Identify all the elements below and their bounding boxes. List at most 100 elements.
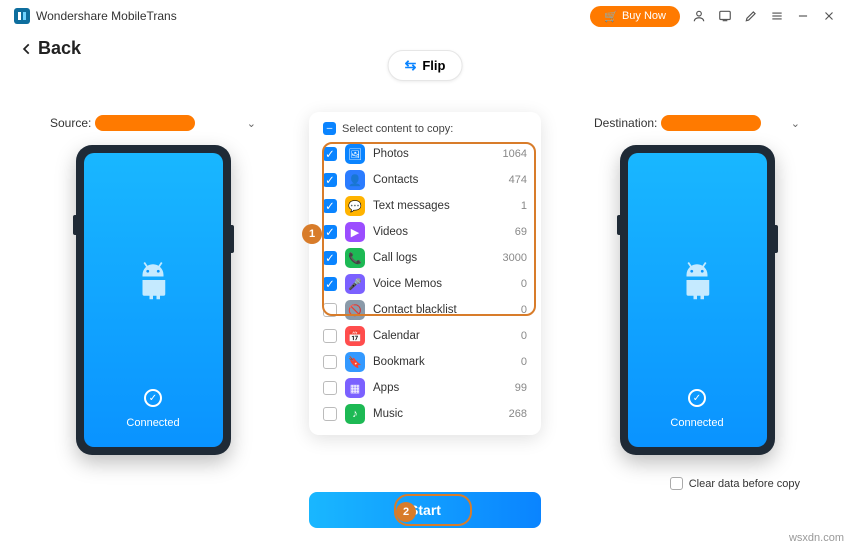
destination-label: Destination:	[594, 116, 657, 130]
content-item-label: Calendar	[373, 330, 513, 342]
content-item[interactable]: ✓ 👤 Contacts 474	[323, 167, 535, 193]
source-selector[interactable]: Source: ⌄	[48, 115, 258, 131]
content-type-icon: ▦	[345, 378, 365, 398]
content-item[interactable]: ✓📞Call logs3000	[323, 245, 535, 271]
menu-icon[interactable]	[770, 9, 784, 23]
minimize-icon[interactable]	[796, 9, 810, 23]
content-item-count: 3000	[503, 252, 535, 264]
android-icon	[132, 259, 174, 301]
back-label: Back	[38, 38, 81, 59]
select-all-checkbox[interactable]: –	[323, 122, 336, 135]
content-item[interactable]: 📅 Calendar 0	[323, 323, 535, 349]
watermark: wsxdn.com	[789, 532, 844, 544]
content-checkbox[interactable]	[323, 381, 337, 395]
flip-button[interactable]: ⇆ Flip	[388, 50, 463, 81]
content-checkbox[interactable]: ✓	[323, 199, 337, 213]
checkmark-icon: ✓	[688, 389, 706, 407]
content-checkbox[interactable]	[323, 355, 337, 369]
content-checkbox[interactable]: ✓	[323, 251, 337, 265]
content-list[interactable]: ✓ 🖼 Photos 1064 ✓ 👤 Contacts 474 ✓ 💬 Text messages…	[309, 141, 541, 427]
content-item-count: 69	[515, 226, 535, 238]
content-item[interactable]: 🚫Contact blacklist0	[323, 297, 535, 323]
content-item-label: Apps	[373, 382, 507, 394]
back-button[interactable]: Back	[20, 38, 81, 59]
content-item-count: 268	[509, 408, 535, 420]
buy-now-label: Buy Now	[622, 10, 666, 22]
content-item[interactable]: ✓ ▶ Videos 69	[323, 219, 535, 245]
chevron-left-icon	[20, 42, 34, 56]
source-device-column: Source: ⌄ ✓ Connected	[48, 115, 258, 455]
content-item-label: Music	[373, 408, 501, 420]
destination-phone: ✓ Connected	[620, 145, 775, 455]
content-item-count: 1	[521, 200, 535, 212]
destination-device-column: Destination: ⌄ ✓ Connected	[592, 115, 802, 455]
annotation-badge-2: 2	[396, 502, 416, 522]
content-item-label: Voice Memos	[373, 278, 513, 290]
content-item-count: 0	[521, 330, 535, 342]
close-icon[interactable]	[822, 9, 836, 23]
content-type-icon: 🚫	[345, 300, 365, 320]
content-type-icon: ♪	[345, 404, 365, 424]
start-button[interactable]: Start	[309, 492, 541, 528]
content-item-label: Bookmark	[373, 356, 513, 368]
app-logo	[14, 8, 30, 24]
content-type-icon: 📅	[345, 326, 365, 346]
clear-data-label: Clear data before copy	[689, 478, 800, 490]
content-type-icon: ▶	[345, 222, 365, 242]
content-item-label: Contacts	[373, 174, 501, 186]
content-item-label: Contact blacklist	[373, 304, 513, 316]
content-type-icon: 🎤	[345, 274, 365, 294]
content-checkbox[interactable]: ✓	[323, 147, 337, 161]
content-checkbox[interactable]	[323, 329, 337, 343]
source-phone: ✓ Connected	[76, 145, 231, 455]
android-icon	[676, 259, 718, 301]
annotation-badge-1: 1	[302, 224, 322, 244]
destination-device-name	[661, 115, 761, 131]
chevron-down-icon: ⌄	[247, 117, 256, 130]
content-type-icon: 👤	[345, 170, 365, 190]
content-checkbox[interactable]: ✓	[323, 277, 337, 291]
clear-data-checkbox[interactable]	[670, 477, 683, 490]
content-item[interactable]: ✓ 🎤 Voice Memos 0	[323, 271, 535, 297]
content-item-label: Photos	[373, 148, 495, 160]
content-item-count: 1064	[503, 148, 535, 160]
content-item[interactable]: ▦ Apps 99	[323, 375, 535, 401]
account-icon[interactable]	[692, 9, 706, 23]
app-title: Wondershare MobileTrans	[36, 9, 177, 23]
edit-icon[interactable]	[744, 9, 758, 23]
content-panel: – Select content to copy: ✓ 🖼 Photos 1064 ✓ 👤…	[309, 112, 541, 435]
content-item[interactable]: ✓ 💬 Text messages 1	[323, 193, 535, 219]
buy-now-button[interactable]: 🛒 Buy Now	[590, 6, 680, 27]
flip-label: Flip	[422, 58, 445, 73]
source-label: Source:	[50, 116, 91, 130]
destination-status: Connected	[670, 417, 723, 429]
content-item-count: 474	[509, 174, 535, 186]
content-checkbox[interactable]	[323, 407, 337, 421]
content-checkbox[interactable]	[323, 303, 337, 317]
clear-data-option[interactable]: Clear data before copy	[670, 477, 800, 490]
select-all-row[interactable]: – Select content to copy:	[309, 122, 541, 141]
cart-icon: 🛒	[604, 10, 618, 23]
content-item-label: Call logs	[373, 252, 495, 264]
source-device-name	[95, 115, 195, 131]
content-item-count: 0	[521, 356, 535, 368]
destination-selector[interactable]: Destination: ⌄	[592, 115, 802, 131]
source-status: Connected	[126, 417, 179, 429]
content-type-icon: 🔖	[345, 352, 365, 372]
checkmark-icon: ✓	[144, 389, 162, 407]
content-item-label: Text messages	[373, 200, 513, 212]
content-type-icon: 🖼	[345, 144, 365, 164]
swap-icon: ⇆	[405, 57, 417, 74]
content-item[interactable]: 🔖 Bookmark 0	[323, 349, 535, 375]
content-item[interactable]: ✓ 🖼 Photos 1064	[323, 141, 535, 167]
content-item-label: Videos	[373, 226, 507, 238]
panel-header-label: Select content to copy:	[342, 123, 453, 135]
content-checkbox[interactable]: ✓	[323, 225, 337, 239]
chevron-down-icon: ⌄	[791, 117, 800, 130]
content-item-count: 0	[521, 278, 535, 290]
content-item[interactable]: ♪ Music 268	[323, 401, 535, 427]
content-checkbox[interactable]: ✓	[323, 173, 337, 187]
content-item-count: 99	[515, 382, 535, 394]
content-type-icon: 💬	[345, 196, 365, 216]
feedback-icon[interactable]	[718, 9, 732, 23]
